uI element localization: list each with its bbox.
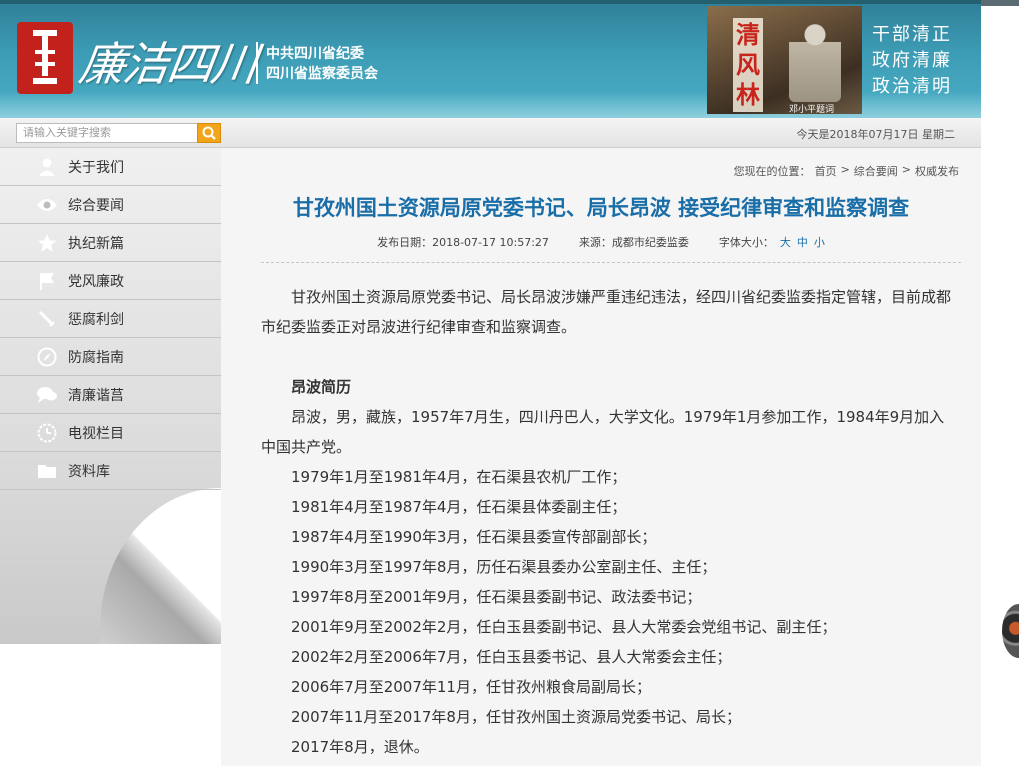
banner-photo: 清风林 邓小平题词 <box>707 6 862 115</box>
sidebar-item-label: 关于我们 <box>68 159 124 176</box>
header-banner: 廉洁四川 中共四川省纪委 四川省监察委员会 清风林 邓小平题词 干部清正 政府清… <box>0 0 981 118</box>
sidebar-item-news[interactable]: 综合要闻 <box>0 186 221 224</box>
sidebar-item-tv[interactable]: 电视栏目 <box>0 414 221 452</box>
breadcrumb-prefix: 您现在的位置： <box>733 165 811 178</box>
sidebar-item-label: 电视栏目 <box>68 425 124 442</box>
sidebar-item-qinglian[interactable]: 清廉谐莒 <box>0 376 221 414</box>
statue-image <box>789 20 841 102</box>
font-size-label: 字体大小： <box>718 236 774 249</box>
slogan-line: 政治清明 <box>872 76 952 97</box>
sword-icon <box>36 308 58 330</box>
photo-caption: 邓小平题词 <box>789 105 835 115</box>
career-line: 1979年1月至1981年4月，在石渠县农机厂工作； <box>291 468 627 486</box>
career-line: 1997年8月至2001年9月，任石渠县委副书记、政法委书记； <box>291 588 702 606</box>
font-size-large-link[interactable]: 大 <box>780 234 791 250</box>
sidebar-item-label: 清廉谐莒 <box>68 387 124 404</box>
career-line: 2017年8月，退休。 <box>291 738 429 756</box>
org-name-line1: 中共四川省纪委 <box>266 46 364 62</box>
sidebar-item-label: 综合要闻 <box>68 197 124 214</box>
sidebar-item-library[interactable]: 资料库 <box>0 452 221 490</box>
seal-icon <box>33 30 57 84</box>
breadcrumb-separator: > <box>840 163 850 176</box>
breadcrumb-home[interactable]: 首页 <box>815 163 837 179</box>
article-title: 甘孜州国土资源局原党委书记、局长昂波 接受纪律审查和监察调查 <box>292 196 910 220</box>
right-strip-top <box>981 0 1019 6</box>
career-line: 2002年2月至2006年7月，任白玉县委书记、县人大常委会主任； <box>291 648 732 666</box>
sidebar-item-about[interactable]: 关于我们 <box>0 148 221 186</box>
career-line: 1990年3月至1997年8月，历任石渠县委办公室副主任、主任； <box>291 558 717 576</box>
sidebar-item-discipline[interactable]: 执纪新篇 <box>0 224 221 262</box>
sidebar-item-anticorruption[interactable]: 惩腐利剑 <box>0 300 221 338</box>
sidebar-item-label: 党风廉政 <box>68 273 124 290</box>
flag-icon <box>36 270 58 292</box>
org-divider <box>256 42 258 84</box>
article-body: 甘孜州国土资源局原党委书记、局长昂波涉嫌严重违纪违法，经四川省纪委监委指定管辖，… <box>261 282 951 762</box>
slogan: 干部清正 政府清廉 政治清明 <box>872 22 952 100</box>
org-name: 中共四川省纪委 四川省监察委员会 <box>266 44 378 84</box>
breadcrumb-separator: > <box>901 163 911 176</box>
clock-icon <box>36 422 58 444</box>
breadcrumb-news[interactable]: 综合要闻 <box>854 163 898 179</box>
logo-seal[interactable] <box>17 22 73 94</box>
star-icon <box>36 232 58 254</box>
bio-heading: 昂波简历 <box>291 378 352 396</box>
search-button[interactable] <box>197 123 221 143</box>
career-line: 1981年4月至1987年4月，任石渠县体委副主任； <box>291 498 627 516</box>
folder-icon <box>36 460 58 482</box>
font-size-medium-link[interactable]: 中 <box>797 234 808 250</box>
article-meta: 发布日期：2018-07-17 10:57:27 来源：成都市纪委监委 字体大小… <box>221 234 981 250</box>
bio-intro: 昂波，男，藏族，1957年7月生，四川丹巴人，大学文化。1979年1月参加工作，… <box>261 408 945 456</box>
title-divider <box>261 262 961 263</box>
search-icon <box>202 126 216 140</box>
breadcrumb-current[interactable]: 权威发布 <box>915 163 959 179</box>
sidebar-item-label: 惩腐利剑 <box>68 311 124 328</box>
breadcrumb: 您现在的位置： 首页 > 综合要闻 > 权威发布 <box>734 163 959 179</box>
article-source: 来源：成都市纪委监委 <box>578 236 689 249</box>
main-content: 您现在的位置： 首页 > 综合要闻 > 权威发布 甘孜州国土资源局原党委书记、局… <box>221 148 981 766</box>
font-size-small-link[interactable]: 小 <box>814 234 825 250</box>
org-name-line2: 四川省监察委员会 <box>266 66 378 82</box>
search-input[interactable]: 请输入关键字搜索 <box>16 123 198 143</box>
page-curl-decoration <box>100 488 221 644</box>
slogan-line: 政府清廉 <box>872 50 952 71</box>
sidebar-item-label: 防腐指南 <box>68 349 124 366</box>
user-icon <box>36 156 58 178</box>
publish-date: 发布日期：2018-07-17 10:57:27 <box>377 236 549 249</box>
career-line: 1987年4月至1990年3月，任石渠县委宣传部副部长； <box>291 528 657 546</box>
eye-icon <box>36 194 58 216</box>
current-date: 今天是2018年07月17日 星期二 <box>796 128 955 141</box>
sidebar-item-guide[interactable]: 防腐指南 <box>0 338 221 376</box>
sidebar-item-label: 执纪新篇 <box>68 235 124 252</box>
sidebar-item-label: 资料库 <box>68 463 110 480</box>
banner-top-line <box>0 0 981 4</box>
sidebar: 关于我们 综合要闻 执纪新篇 党风廉政 惩腐利剑 防腐指南 清廉谐莒 电视栏目 … <box>0 148 221 644</box>
article-intro: 甘孜州国土资源局原党委书记、局长昂波涉嫌严重违纪违法，经四川省纪委监委指定管辖，… <box>261 288 952 336</box>
site-logo-text[interactable]: 廉洁四川 <box>75 28 260 94</box>
search-bar: 请输入关键字搜索 今天是2018年07月17日 星期二 <box>0 118 981 148</box>
chat-icon <box>36 384 58 406</box>
career-line: 2006年7月至2007年11月，任甘孜州粮食局副局长； <box>291 678 651 696</box>
sidebar-item-integrity[interactable]: 党风廉政 <box>0 262 221 300</box>
slogan-line: 干部清正 <box>872 24 952 45</box>
compass-icon <box>36 346 58 368</box>
career-line: 2007年11月至2017年8月，任甘孜州国土资源局党委书记、局长； <box>291 708 741 726</box>
career-line: 2001年9月至2002年2月，任白玉县委副书记、县人大常委会党组书记、副主任； <box>291 618 837 636</box>
photo-title: 清风林 <box>733 18 763 112</box>
